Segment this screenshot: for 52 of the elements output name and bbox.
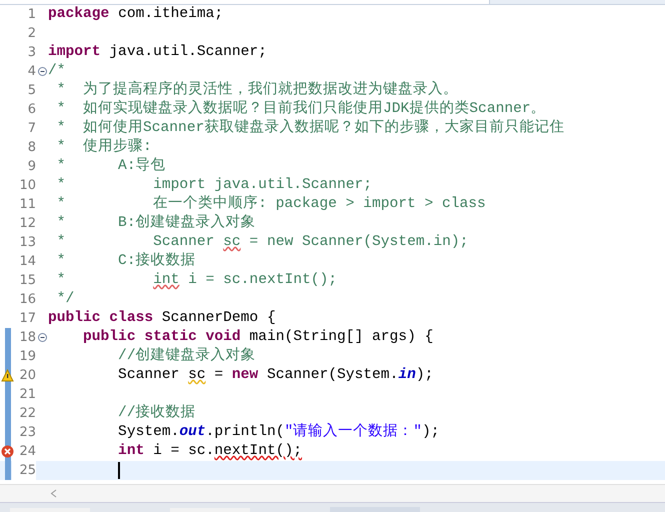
code-line: * 如何使用Scanner获取键盘录入数据呢？如下的步骤，大家目前只能记住: [56, 119, 564, 138]
line-number: 13: [19, 234, 36, 252]
code-line: * 使用步骤:: [56, 138, 152, 157]
line-number: 16: [19, 290, 36, 309]
line-number: 7: [28, 120, 36, 138]
line-number: 23: [19, 424, 36, 442]
line-number: 9: [28, 158, 36, 176]
line-number: 20: [19, 366, 36, 385]
line-number: 14: [19, 252, 36, 271]
code-line: * B:创建键盘录入对象: [56, 214, 256, 233]
code-line: * C:接收数据: [56, 252, 196, 271]
line-number: 5: [28, 82, 36, 100]
code-line: int i = sc.nextInt();: [117, 442, 302, 461]
line-number: 6: [28, 100, 36, 119]
fold-collapse-icon[interactable]: [38, 333, 46, 342]
line-number: 8: [28, 138, 36, 157]
code-line: * A:导包: [56, 157, 166, 176]
text-caret: [118, 462, 120, 479]
line-number: 3: [28, 44, 36, 62]
code-line: * 如何实现键盘录入数据呢？目前我们只能使用JDK提供的类Scanner。: [56, 100, 546, 118]
line-number: 15: [19, 272, 36, 290]
line-number: 25: [19, 462, 36, 480]
code-line: */: [56, 290, 74, 309]
horizontal-scrollbar[interactable]: [0, 484, 665, 502]
fold-collapse-icon[interactable]: [38, 67, 46, 76]
code-line: /*: [48, 62, 66, 81]
code-line: * import java.util.Scanner;: [56, 176, 372, 195]
code-line: package com.itheima;: [48, 5, 224, 24]
code-line: * int i = sc.nextInt();: [56, 271, 338, 290]
code-line: * 为了提高程序的灵活性，我们就把数据改进为键盘录入。: [56, 81, 458, 100]
code-line: public static void main(String[] args) {: [82, 328, 434, 347]
scroll-left-icon[interactable]: [50, 489, 57, 498]
line-number: 1: [28, 6, 36, 24]
code-line: * Scanner sc = new Scanner(System.in);: [56, 233, 468, 252]
code-line: public class ScannerDemo {: [48, 309, 276, 328]
line-number: 22: [19, 404, 36, 423]
code-line: //创建键盘录入对象: [117, 347, 256, 366]
line-number: 21: [19, 386, 36, 404]
code-line: Scanner sc = new Scanner(System.in);: [117, 366, 434, 385]
code-line: System.out.println("请输入一个数据：");: [117, 423, 440, 442]
code-line: //接收数据: [117, 404, 196, 423]
line-number: 10: [19, 176, 36, 195]
line-number: 19: [19, 348, 36, 366]
code-line: * 在一个类中顺序: package > import > class: [56, 195, 486, 214]
line-number: 4: [28, 62, 36, 81]
line-number: 11: [19, 196, 36, 214]
line-number: 24: [19, 442, 36, 461]
line-number: 18: [19, 328, 36, 347]
line-number: 12: [19, 214, 36, 233]
line-number: 17: [19, 310, 36, 328]
line-number: 2: [28, 24, 36, 43]
code-line: import java.util.Scanner;: [48, 43, 267, 62]
